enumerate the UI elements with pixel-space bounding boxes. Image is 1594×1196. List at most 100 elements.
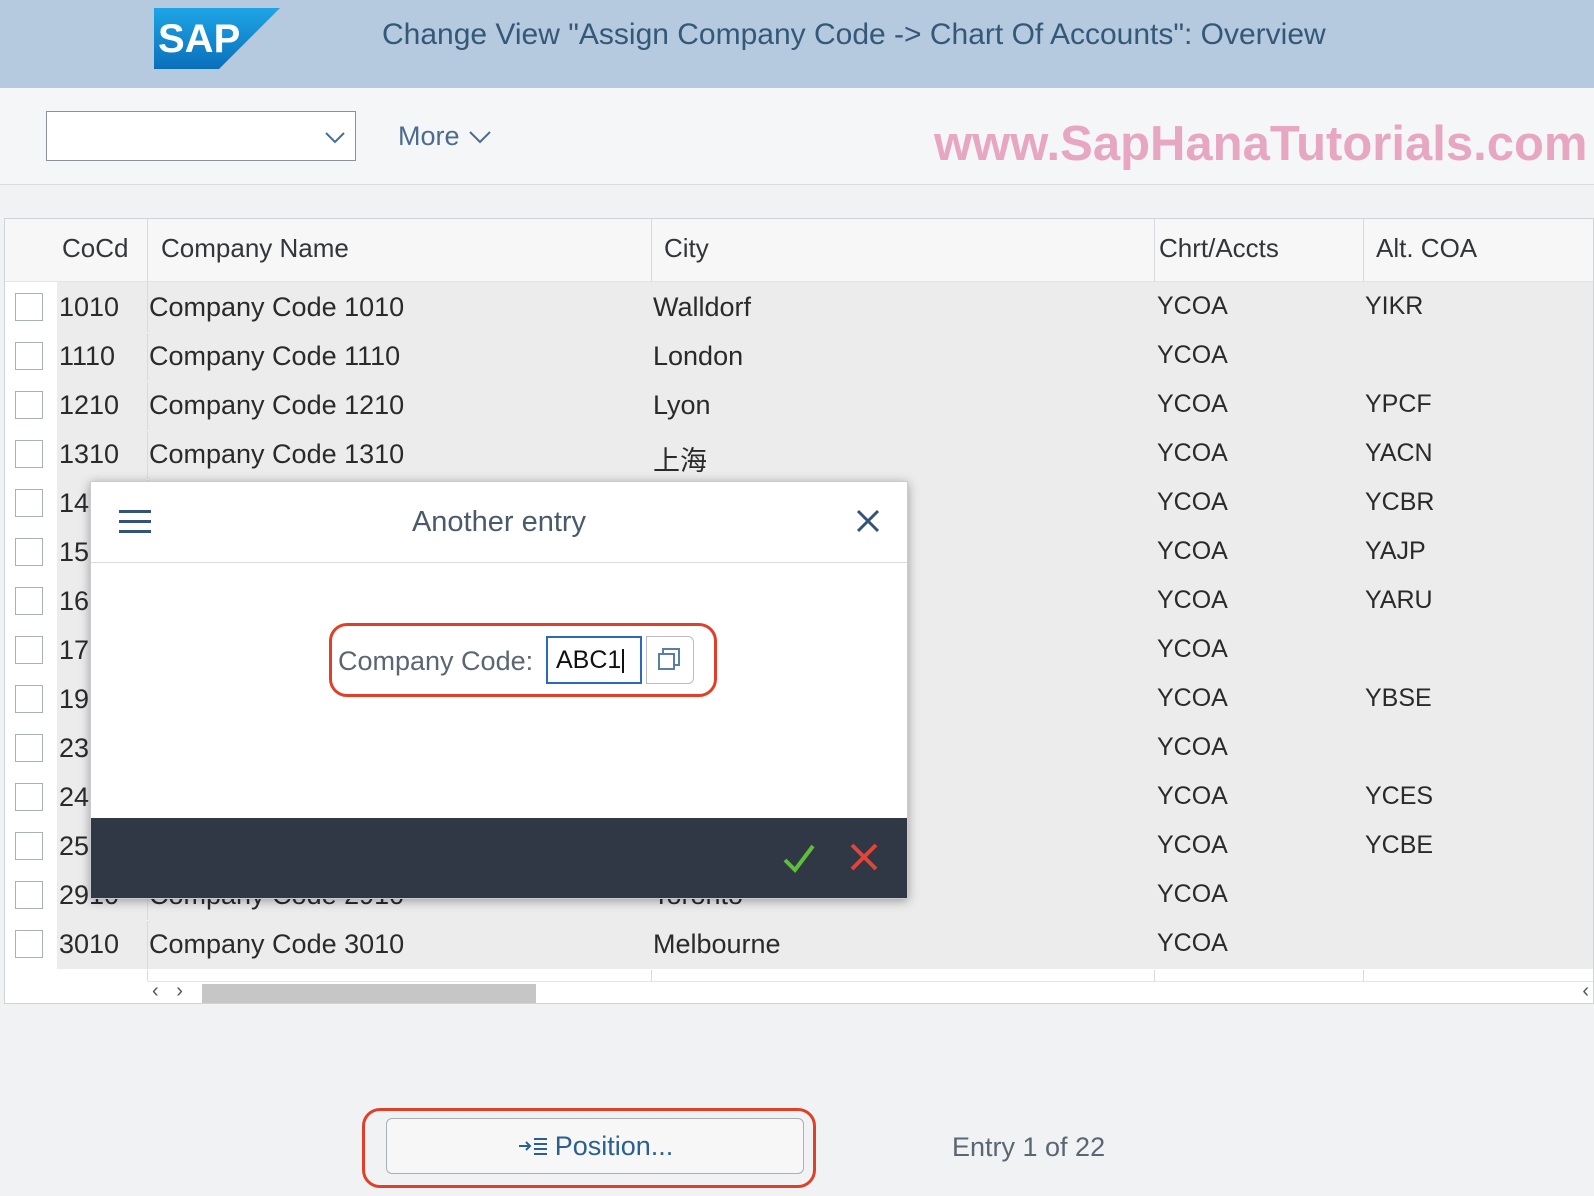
column-header-company-name[interactable]: Company Name — [161, 233, 349, 264]
cell-cocd[interactable]: 15 — [59, 537, 89, 568]
company-code-field-highlight: Company Code: ABC1 — [329, 623, 717, 697]
row-checkbox[interactable] — [15, 587, 43, 615]
cell-chart-of-accounts[interactable]: YCOA — [1157, 390, 1228, 419]
scrollbar-thumb[interactable] — [202, 984, 536, 1003]
cell-chart-of-accounts[interactable]: YCOA — [1157, 929, 1228, 958]
row-checkbox[interactable] — [15, 832, 43, 860]
cell-alt-coa[interactable]: YIKR — [1365, 292, 1423, 321]
cancel-icon[interactable] — [847, 840, 881, 874]
row-selector[interactable] — [5, 919, 57, 969]
company-code-value: ABC1 — [556, 646, 622, 674]
cell-chart-of-accounts[interactable]: YCOA — [1157, 782, 1228, 811]
row-checkbox[interactable] — [15, 440, 43, 468]
chevron-down-icon[interactable] — [323, 125, 347, 149]
table-row[interactable]: 1010 Company Code 1010 Walldorf YCOA YIKR — [5, 282, 1593, 333]
cell-chart-of-accounts[interactable]: YCOA — [1157, 292, 1228, 321]
cell-chart-of-accounts[interactable]: YCOA — [1157, 439, 1228, 468]
cell-company-name[interactable]: Company Code 1210 — [149, 390, 404, 421]
row-checkbox[interactable] — [15, 342, 43, 370]
checkmark-icon[interactable] — [781, 840, 817, 876]
cell-alt-coa[interactable]: YARU — [1365, 586, 1433, 615]
cell-company-name[interactable]: Company Code 1110 — [149, 341, 400, 372]
cell-cocd[interactable]: 19 — [59, 684, 89, 715]
column-header-alt-coa[interactable]: Alt. COA — [1376, 233, 1477, 264]
row-selector[interactable] — [5, 723, 57, 773]
row-checkbox[interactable] — [15, 293, 43, 321]
cell-cocd[interactable]: 1210 — [59, 390, 119, 421]
table-row[interactable]: 1310 Company Code 1310 上海 YCOA YACN — [5, 429, 1593, 480]
cell-cocd[interactable]: 24 — [59, 782, 89, 813]
column-header-chart-of-accounts[interactable]: Chrt/Accts — [1159, 233, 1279, 264]
cell-chart-of-accounts[interactable]: YCOA — [1157, 488, 1228, 517]
row-selector[interactable] — [5, 478, 57, 528]
row-selector[interactable] — [5, 821, 57, 871]
table-row[interactable]: 1210 Company Code 1210 Lyon YCOA YPCF — [5, 380, 1593, 431]
table-row[interactable]: 3010 Company Code 3010 Melbourne YCOA — [5, 919, 1593, 970]
row-checkbox[interactable] — [15, 391, 43, 419]
more-menu-button[interactable]: More — [398, 121, 492, 152]
cell-company-name[interactable]: Company Code 1010 — [149, 292, 404, 323]
row-selector[interactable] — [5, 429, 57, 479]
row-selector[interactable] — [5, 674, 57, 724]
cell-cocd[interactable]: 16 — [59, 586, 89, 617]
cell-company-name[interactable]: Company Code 3010 — [149, 929, 404, 960]
cell-chart-of-accounts[interactable]: YCOA — [1157, 341, 1228, 370]
value-help-button[interactable] — [646, 636, 694, 684]
cell-city[interactable]: 上海 — [653, 439, 707, 478]
cell-chart-of-accounts[interactable]: YCOA — [1157, 831, 1228, 860]
cell-alt-coa[interactable]: YACN — [1365, 439, 1433, 468]
row-selector[interactable] — [5, 282, 57, 332]
row-checkbox[interactable] — [15, 734, 43, 762]
more-label: More — [398, 121, 460, 151]
cell-city[interactable]: Walldorf — [653, 292, 751, 323]
cell-alt-coa[interactable]: YBSE — [1365, 684, 1432, 713]
row-selector[interactable] — [5, 870, 57, 920]
cell-chart-of-accounts[interactable]: YCOA — [1157, 880, 1228, 909]
table-row[interactable]: 1110 Company Code 1110 London YCOA — [5, 331, 1593, 382]
row-selector[interactable] — [5, 625, 57, 675]
cell-cocd[interactable]: 17 — [59, 635, 89, 666]
cell-cocd[interactable]: 1110 — [59, 341, 115, 372]
cell-alt-coa[interactable]: YAJP — [1365, 537, 1426, 566]
cell-cocd[interactable]: 1310 — [59, 439, 119, 470]
cell-city[interactable]: Melbourne — [653, 929, 781, 960]
horizontal-scrollbar[interactable]: ‹ › ‹ — [148, 980, 1593, 1003]
row-selector[interactable] — [5, 527, 57, 577]
cell-chart-of-accounts[interactable]: YCOA — [1157, 733, 1228, 762]
scroll-left-icon[interactable]: ‹ — [1582, 980, 1589, 1003]
company-code-input[interactable]: ABC1 — [546, 636, 642, 684]
cell-chart-of-accounts[interactable]: YCOA — [1157, 684, 1228, 713]
cell-cocd[interactable]: 3010 — [59, 929, 119, 960]
row-checkbox[interactable] — [15, 685, 43, 713]
cell-chart-of-accounts[interactable]: YCOA — [1157, 586, 1228, 615]
column-header-city[interactable]: City — [664, 233, 709, 264]
cell-city[interactable]: Lyon — [653, 390, 711, 421]
cell-city[interactable]: London — [653, 341, 743, 372]
row-selector[interactable] — [5, 772, 57, 822]
cell-alt-coa[interactable]: YCBE — [1365, 831, 1433, 860]
scroll-arrows-icon[interactable]: ‹ › — [152, 980, 189, 1003]
row-checkbox[interactable] — [15, 783, 43, 811]
row-selector[interactable] — [5, 380, 57, 430]
cell-cocd[interactable]: 1010 — [59, 292, 119, 323]
cell-alt-coa[interactable]: YCES — [1365, 782, 1433, 811]
cell-alt-coa[interactable]: YCBR — [1365, 488, 1434, 517]
row-checkbox[interactable] — [15, 881, 43, 909]
column-header-cocd[interactable]: CoCd — [62, 233, 128, 264]
row-checkbox[interactable] — [15, 538, 43, 566]
row-checkbox[interactable] — [15, 636, 43, 664]
close-icon[interactable] — [853, 506, 883, 536]
row-selector[interactable] — [5, 331, 57, 381]
row-checkbox[interactable] — [15, 489, 43, 517]
position-button[interactable]: Position... — [386, 1118, 804, 1174]
cell-alt-coa[interactable]: YPCF — [1365, 390, 1432, 419]
cell-cocd[interactable]: 25 — [59, 831, 89, 862]
cell-cocd[interactable]: 14 — [59, 488, 89, 519]
command-field[interactable] — [46, 111, 356, 161]
row-checkbox[interactable] — [15, 930, 43, 958]
cell-company-name[interactable]: Company Code 1310 — [149, 439, 404, 470]
cell-chart-of-accounts[interactable]: YCOA — [1157, 537, 1228, 566]
cell-cocd[interactable]: 23 — [59, 733, 89, 764]
cell-chart-of-accounts[interactable]: YCOA — [1157, 635, 1228, 664]
row-selector[interactable] — [5, 576, 57, 626]
